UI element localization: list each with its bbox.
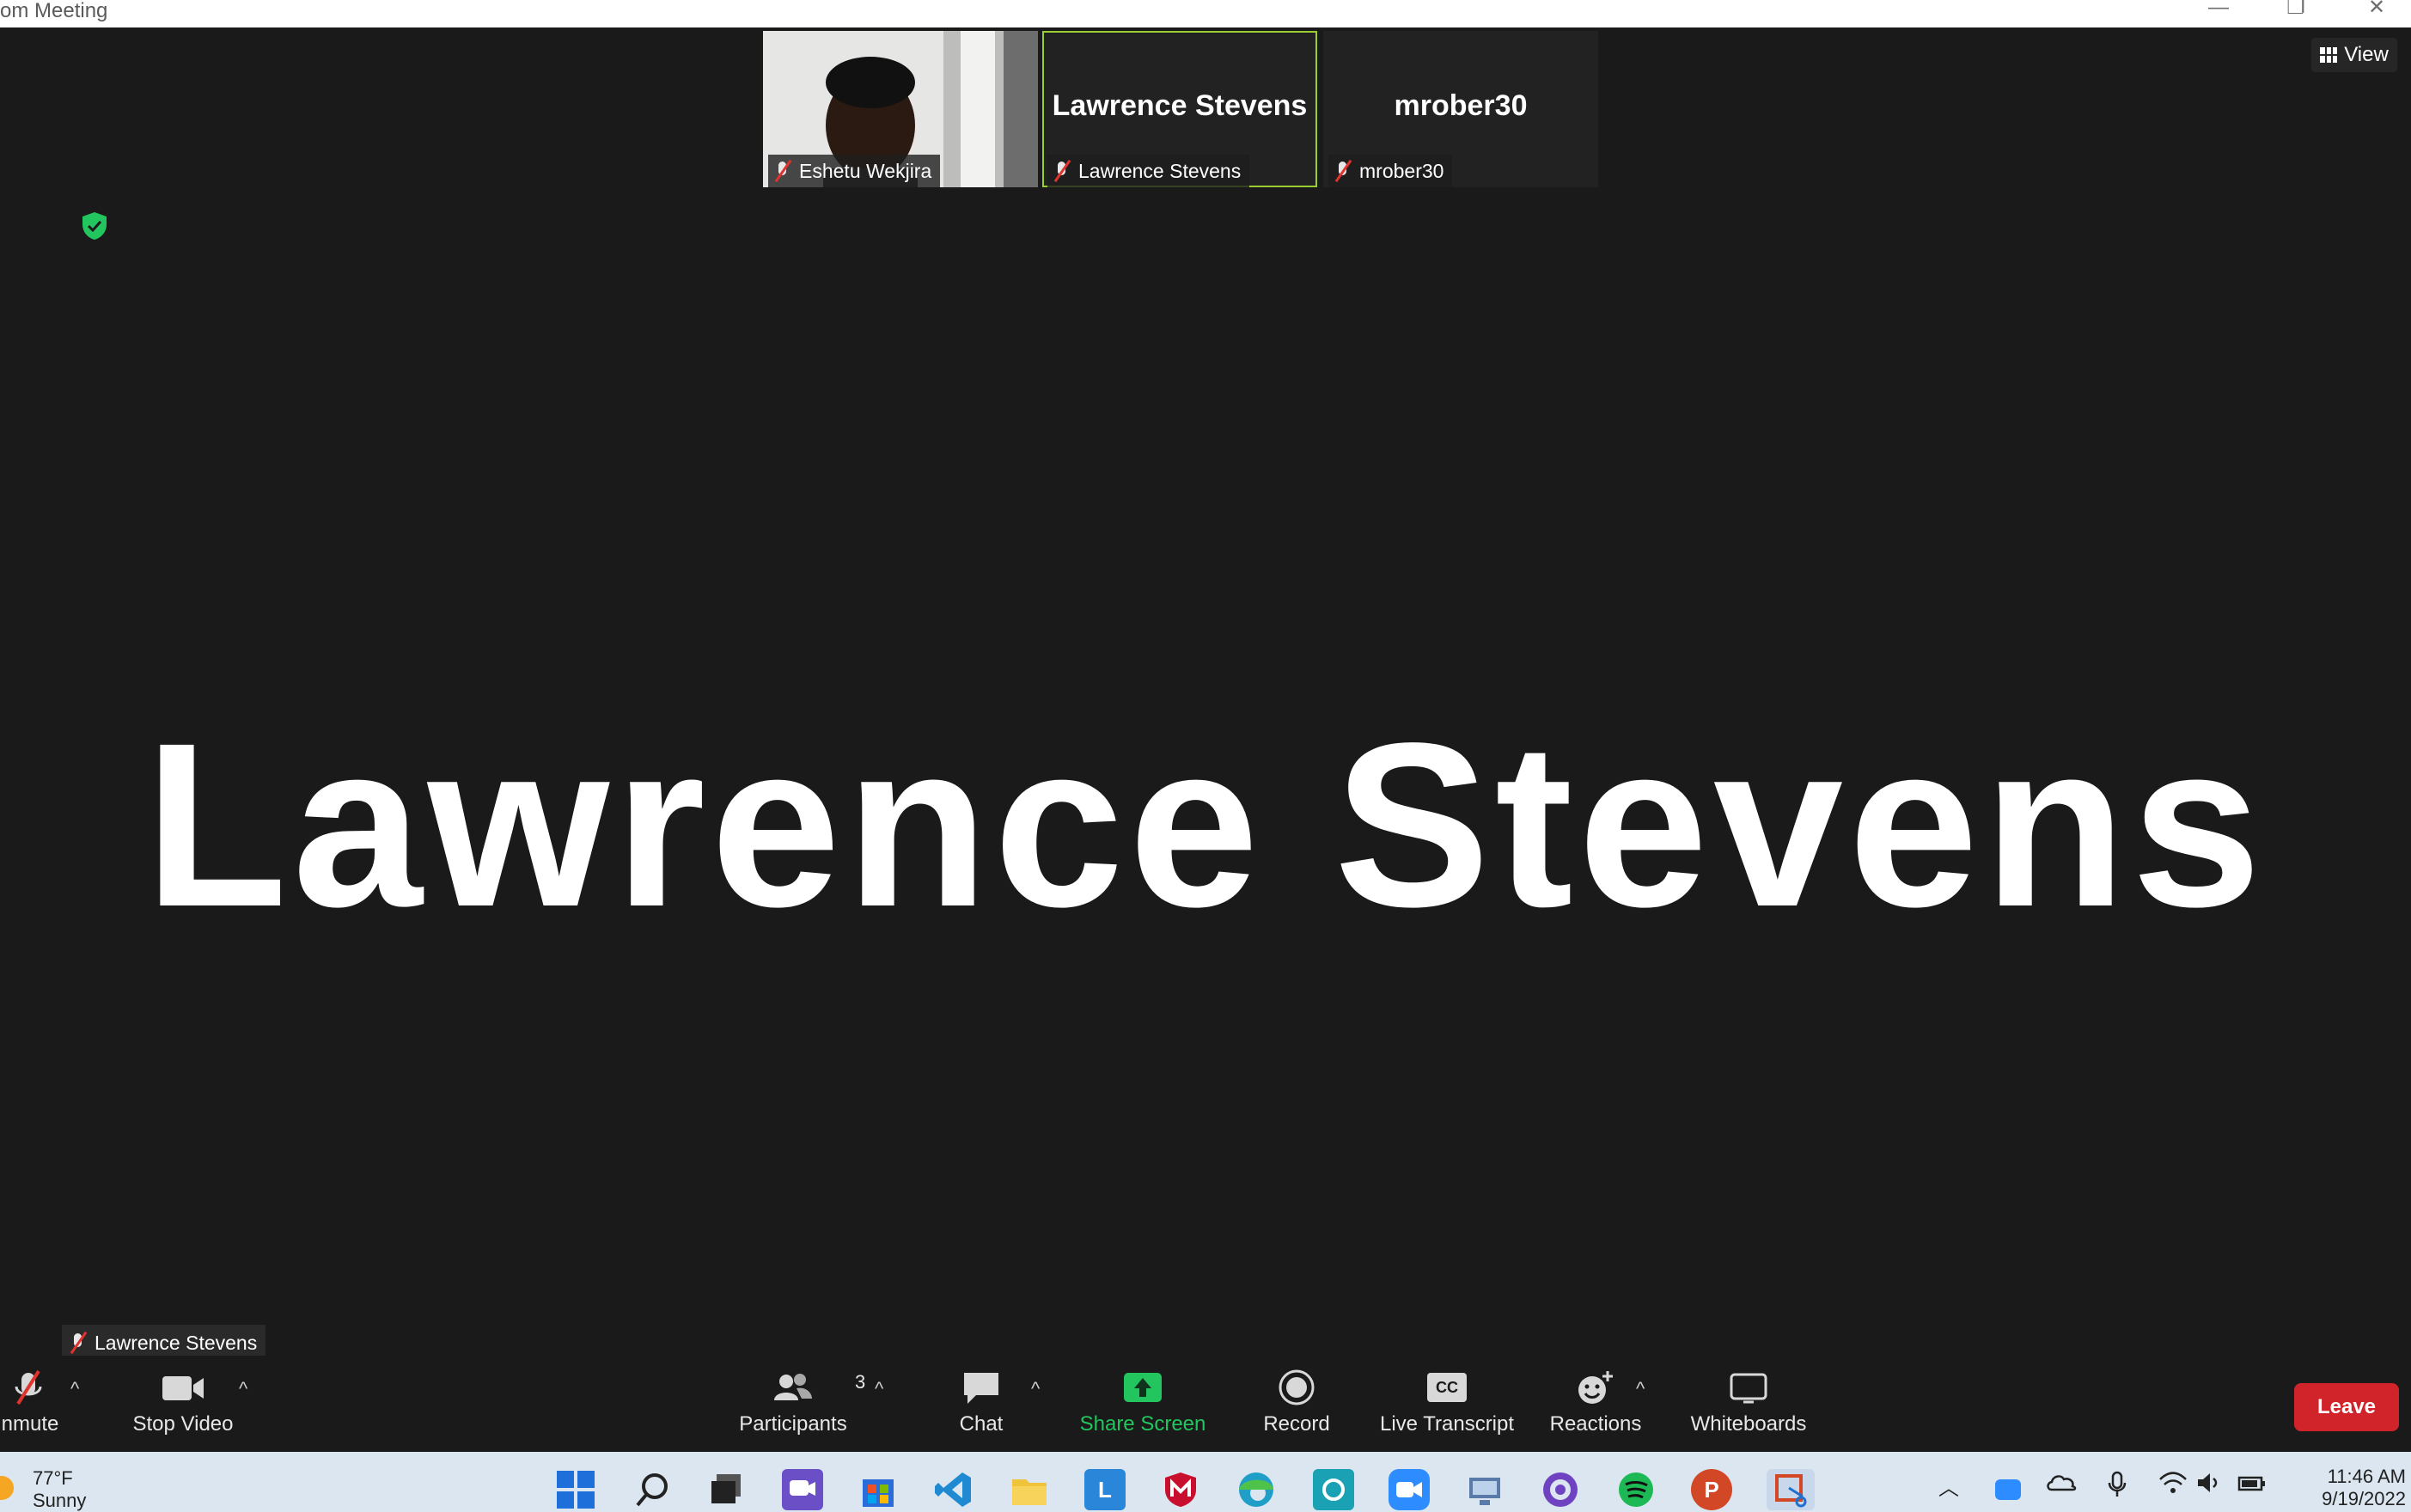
window-title: om Meeting: [0, 0, 108, 22]
letter-app-icon[interactable]: L: [1084, 1469, 1126, 1510]
participant-name-label: Lawrence Stevens: [1047, 155, 1250, 187]
weather-text: Sunny: [33, 1490, 87, 1511]
audio-options-chevron-icon[interactable]: ^: [70, 1378, 79, 1400]
reactions-options-chevron-icon[interactable]: ^: [1636, 1378, 1645, 1400]
mic-muted-icon: [1334, 160, 1352, 182]
video-options-chevron-icon[interactable]: ^: [239, 1378, 247, 1400]
live-transcript-button[interactable]: CC Live Transcript: [1378, 1369, 1516, 1436]
zoom-tray-icon[interactable]: [1995, 1479, 2021, 1500]
search-icon[interactable]: [632, 1469, 674, 1510]
whiteboards-label: Whiteboards: [1690, 1412, 1807, 1436]
whiteboards-button[interactable]: Whiteboards: [1684, 1369, 1813, 1436]
whiteboard-icon: [1728, 1369, 1769, 1405]
participants-icon: 3: [771, 1369, 865, 1405]
share-screen-button[interactable]: Share Screen: [1079, 1369, 1206, 1436]
wifi-icon[interactable]: [2158, 1471, 2188, 1501]
record-icon: [1278, 1369, 1315, 1405]
chat-label: Chat: [959, 1412, 1004, 1436]
powerpoint-icon[interactable]: P: [1691, 1469, 1732, 1510]
self-name: Lawrence Stevens: [95, 1331, 258, 1354]
chat-options-chevron-icon[interactable]: ^: [1031, 1378, 1040, 1400]
participant-name: Lawrence Stevens: [1078, 159, 1242, 182]
grid-icon: [2320, 47, 2338, 63]
microsoft-store-icon[interactable]: [858, 1469, 899, 1510]
taskbar-clock[interactable]: 11:46 AM 9/19/2022: [2286, 1466, 2406, 1510]
participant-display-name: Lawrence Stevens: [1052, 89, 1308, 122]
mcafee-icon[interactable]: [1160, 1469, 1201, 1510]
chat-button[interactable]: Chat: [945, 1369, 1017, 1436]
participant-name: Eshetu Wekjira: [799, 159, 932, 182]
title-bar: om Meeting — ❐ ✕: [0, 0, 2411, 27]
reactions-button[interactable]: Reactions: [1548, 1369, 1643, 1436]
restore-icon[interactable]: ❐: [2270, 0, 2322, 18]
participants-count: 3: [855, 1371, 866, 1393]
file-explorer-icon[interactable]: [1009, 1469, 1050, 1510]
participant-name-label: mrober30: [1328, 155, 1453, 187]
clock-date: 9/19/2022: [2322, 1488, 2406, 1509]
alexa-app-icon[interactable]: [1313, 1469, 1354, 1510]
zoom-icon[interactable]: [1389, 1469, 1430, 1510]
active-speaker-name: Lawrence Stevens: [144, 694, 2267, 955]
participants-options-chevron-icon[interactable]: ^: [875, 1378, 883, 1400]
start-icon[interactable]: [555, 1469, 596, 1510]
close-icon[interactable]: ✕: [2351, 0, 2402, 18]
microphone-icon[interactable]: [2107, 1471, 2127, 1504]
battery-icon[interactable]: [2237, 1471, 2267, 1501]
minimize-icon[interactable]: —: [2193, 0, 2244, 18]
volume-icon[interactable]: [2196, 1471, 2222, 1501]
record-button[interactable]: Record: [1256, 1369, 1337, 1436]
github-desktop-icon[interactable]: [1540, 1469, 1581, 1510]
closed-caption-icon: CC: [1427, 1369, 1467, 1405]
smiley-plus-icon: [1575, 1369, 1616, 1405]
view-button[interactable]: View: [2311, 38, 2397, 72]
participant-name-label: Eshetu Wekjira: [768, 155, 941, 187]
participants-label: Participants: [739, 1412, 847, 1436]
participant-tile-lawrence[interactable]: Lawrence Stevens Lawrence Stevens: [1042, 31, 1317, 187]
show-hidden-icons-chevron-icon[interactable]: ︿: [1938, 1471, 1959, 1501]
participant-tile-mrober30[interactable]: mrober30 mrober30: [1323, 31, 1598, 187]
spotify-icon[interactable]: [1615, 1469, 1657, 1510]
shield-icon[interactable]: [81, 211, 108, 241]
vscode-icon[interactable]: [933, 1469, 974, 1510]
remote-desktop-icon[interactable]: [1464, 1469, 1505, 1510]
clock-time: 11:46 AM: [2327, 1466, 2406, 1487]
record-label: Record: [1263, 1412, 1330, 1436]
mic-muted-icon: [69, 1332, 88, 1354]
participant-name: mrober30: [1359, 159, 1444, 182]
participants-button[interactable]: 3 Participants: [736, 1369, 865, 1436]
cc-text: CC: [1427, 1373, 1467, 1402]
live-transcript-label: Live Transcript: [1379, 1412, 1515, 1436]
stop-video-label: Stop Video: [132, 1412, 234, 1436]
mic-muted-icon: [1053, 160, 1071, 182]
unmute-label: nmute: [1, 1412, 59, 1436]
share-screen-label: Share Screen: [1079, 1412, 1206, 1436]
stop-video-button[interactable]: Stop Video: [129, 1369, 237, 1436]
edge-icon[interactable]: [1236, 1469, 1277, 1510]
chat-bubble-icon: [961, 1369, 1002, 1405]
leave-button[interactable]: Leave: [2294, 1383, 2399, 1431]
share-screen-icon: [1122, 1369, 1163, 1405]
reactions-label: Reactions: [1549, 1412, 1642, 1436]
mic-muted-icon: [13, 1369, 47, 1405]
task-view-icon[interactable]: [706, 1469, 748, 1510]
onedrive-icon[interactable]: [2047, 1471, 2078, 1499]
participant-display-name: mrober30: [1394, 89, 1528, 122]
participant-tile-eshetu[interactable]: Eshetu Wekjira: [763, 31, 1038, 187]
unmute-button[interactable]: nmute: [0, 1369, 60, 1436]
view-label: View: [2344, 43, 2389, 66]
teams-chat-icon[interactable]: [782, 1469, 823, 1510]
snipping-tool-icon[interactable]: [1767, 1469, 1815, 1510]
video-camera-icon: [161, 1369, 205, 1405]
mic-muted-icon: [773, 160, 792, 182]
weather-temp: 77°F: [33, 1467, 73, 1489]
